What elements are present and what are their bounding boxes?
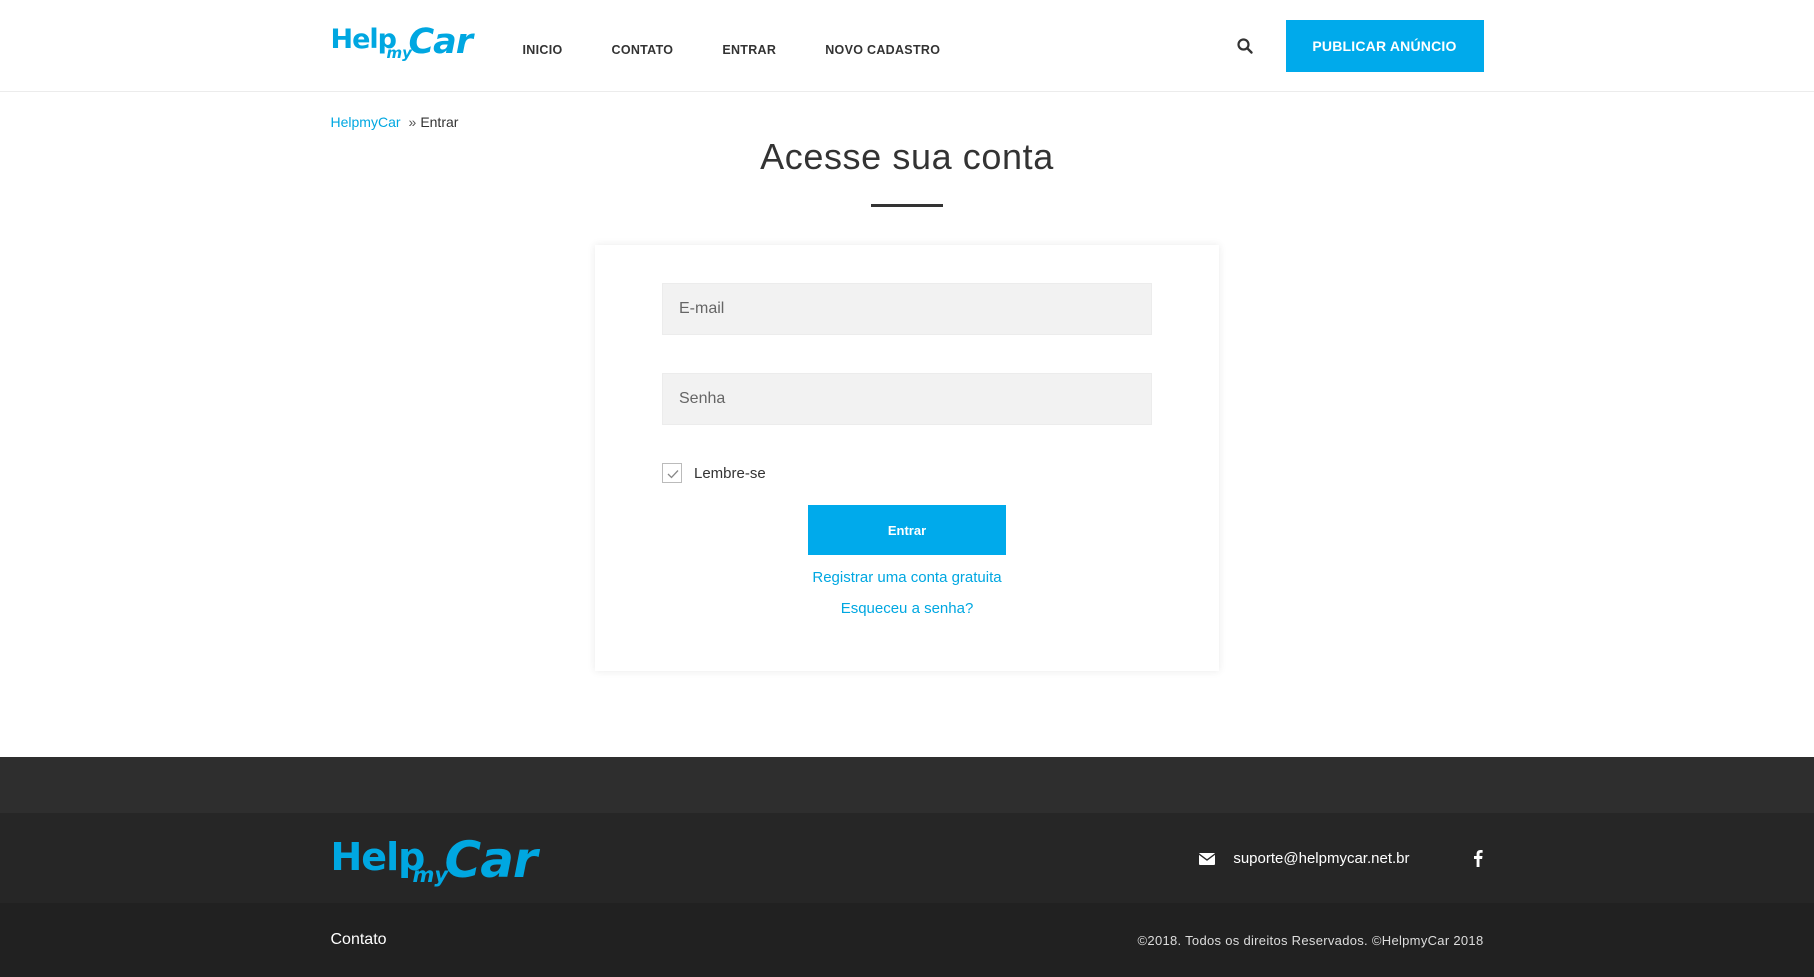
breadcrumb-current: Entrar <box>420 114 459 130</box>
page-title: Acesse sua conta <box>760 136 1054 177</box>
nav-entrar[interactable]: ENTRAR <box>722 43 776 57</box>
forgot-password-row: Esqueceu a senha? <box>595 600 1219 617</box>
checkmark-icon <box>667 470 679 479</box>
nav-inicio[interactable]: INICIO <box>523 43 563 57</box>
footer-logo-my-text: my <box>412 863 449 887</box>
site-logo[interactable]: Help my Car <box>331 18 483 68</box>
main-nav: INICIO CONTATO ENTRAR NOVO CADASTRO <box>523 43 990 57</box>
login-submit-button[interactable]: Entrar <box>808 505 1006 555</box>
support-email[interactable]: suporte@helpmycar.net.br <box>1233 850 1409 867</box>
site-footer: Help my Car suporte@helpmycar.net.br Con… <box>0 757 1814 977</box>
search-icon[interactable] <box>1236 37 1254 55</box>
remember-me-checkbox[interactable] <box>662 463 682 483</box>
site-header: Help my Car INICIO CONTATO ENTRAR NOVO C… <box>0 0 1814 92</box>
nav-contato[interactable]: CONTATO <box>612 43 674 57</box>
footer-contact-link[interactable]: Contato <box>331 931 387 949</box>
footer-bottom: Contato ©2018. Todos os direitos Reserva… <box>0 903 1814 977</box>
facebook-icon[interactable] <box>1472 849 1484 867</box>
title-divider <box>871 204 943 207</box>
footer-logo[interactable]: Help my Car <box>331 825 567 891</box>
breadcrumb-separator: » <box>408 114 417 130</box>
nav-novo-cadastro[interactable]: NOVO CADASTRO <box>825 43 940 57</box>
register-link-row: Registrar uma conta gratuita <box>595 569 1219 586</box>
login-card: Lembre-se Entrar Registrar uma conta gra… <box>595 245 1219 671</box>
logo-car-text: Car <box>408 22 474 62</box>
remember-me-label: Lembre-se <box>694 464 766 482</box>
register-account-link[interactable]: Registrar uma conta gratuita <box>812 569 1001 586</box>
envelope-icon <box>1198 852 1216 865</box>
publish-ad-button[interactable]: PUBLICAR ANÚNCIO <box>1285 20 1484 72</box>
footer-contact: suporte@helpmycar.net.br <box>1198 849 1484 867</box>
email-field[interactable] <box>662 283 1152 335</box>
footer-logo-car-text: Car <box>444 831 538 889</box>
header-actions: PUBLICAR ANÚNCIO <box>1236 20 1484 72</box>
breadcrumb-home-link[interactable]: HelpmyCar <box>331 114 401 130</box>
copyright-text: ©2018. Todos os direitos Reservados. ©He… <box>1137 932 1484 948</box>
footer-top-band <box>0 757 1814 813</box>
footer-main: Help my Car suporte@helpmycar.net.br <box>0 813 1814 903</box>
password-field[interactable] <box>662 373 1152 425</box>
main-content: HelpmyCar»Entrar Acesse sua conta Lembre… <box>0 114 1814 671</box>
breadcrumb: HelpmyCar » Entrar <box>331 114 1484 134</box>
remember-me-row: Lembre-se <box>662 463 1152 483</box>
footer-logo-help-text: Help <box>330 835 426 879</box>
forgot-password-link[interactable]: Esqueceu a senha? <box>841 600 974 617</box>
